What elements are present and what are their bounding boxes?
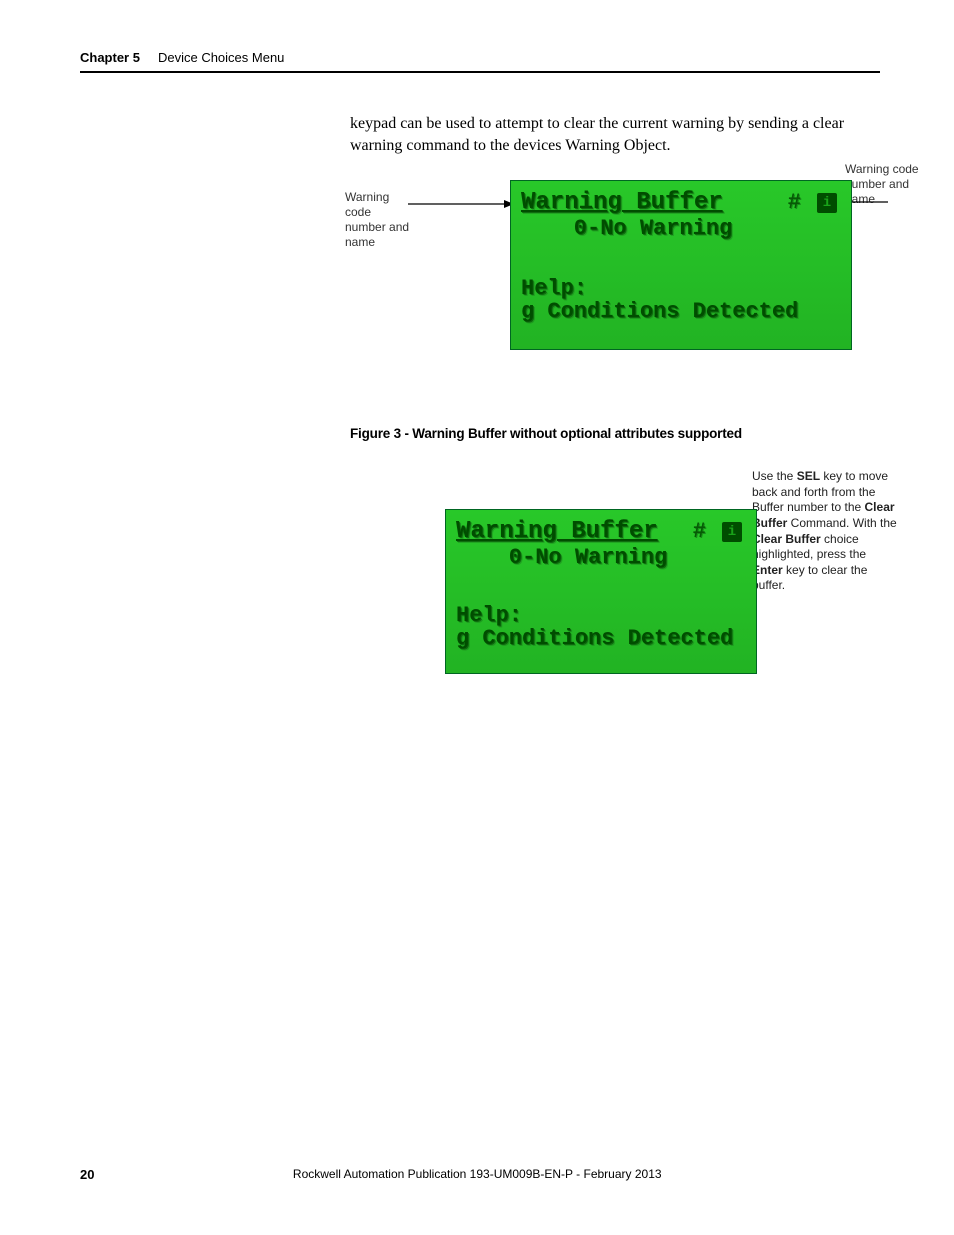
hash-icon-2: # [693,519,706,544]
lcd-help: Help: g Conditions Detected [521,277,841,323]
figure3-caption: Figure 3 - Warning Buffer without option… [350,426,880,441]
body-paragraph: keypad can be used to attempt to clear t… [350,113,870,156]
hash-icon: # [788,190,801,215]
figure-warning-buffer-1: Warning code number and name Warning cod… [350,180,910,380]
callout-left: Warning code number and name [345,190,415,250]
figure-warning-buffer-2: Use the SEL key to move back and forth f… [350,475,910,685]
page-header: Chapter 5 Device Choices Menu [80,50,880,73]
publication-line: Rockwell Automation Publication 193-UM00… [293,1167,662,1182]
lcd-title-2: Warning Buffer [456,518,658,545]
chapter-label: Chapter 5 [80,50,140,65]
lcd-help-2: Help: g Conditions Detected [456,604,746,650]
page-number: 20 [80,1167,94,1182]
lcd-screen-1: Warning Buffer # i 0-No Warning Help: g … [510,180,852,350]
arrow-left-icon [408,198,518,210]
info-icon: i [817,193,837,213]
info-icon-2: i [722,522,742,542]
lcd-subline-2: 0-No Warning [456,545,746,570]
lcd-subline: 0-No Warning [521,216,841,241]
lcd-screen-2: Warning Buffer # i 0-No Warning Help: g … [445,509,757,674]
lcd-title: Warning Buffer [521,189,723,216]
callout-right-2: Use the SEL key to move back and forth f… [752,469,900,594]
chapter-title: Device Choices Menu [158,50,284,65]
page-footer: 20 Rockwell Automation Publication 193-U… [80,1167,880,1182]
